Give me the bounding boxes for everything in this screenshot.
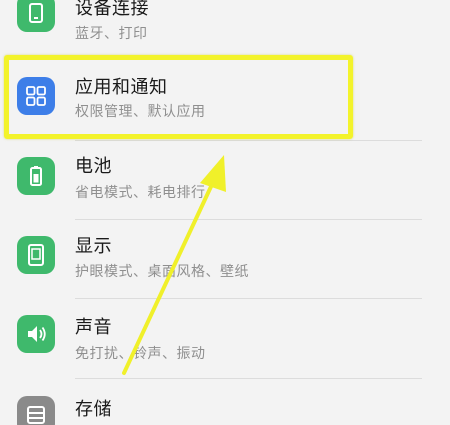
annotation-arrow-icon: [122, 155, 226, 375]
